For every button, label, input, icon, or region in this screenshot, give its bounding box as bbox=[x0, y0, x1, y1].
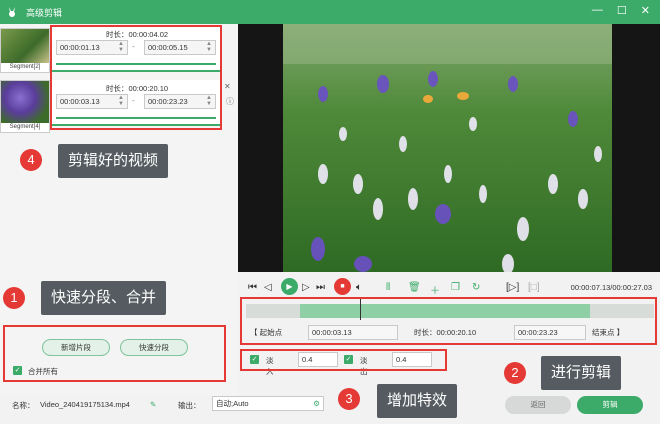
segment-thumbnail[interactable]: Segment[2] bbox=[0, 28, 50, 73]
segment-caption: Segment[2] bbox=[1, 63, 49, 72]
name-label: 名称： bbox=[12, 401, 35, 410]
mark-out-icon[interactable]: [□] bbox=[528, 282, 540, 293]
mark-in-icon[interactable]: [▷] bbox=[506, 282, 519, 293]
title-bar: 高级剪辑 — ☐ ✕ bbox=[0, 0, 660, 24]
thumbnail-image bbox=[1, 29, 49, 63]
step-forward-icon[interactable]: ▷ bbox=[302, 282, 310, 293]
annotation-3-label: 增加特效 bbox=[377, 384, 458, 418]
cut-button[interactable]: 剪辑 bbox=[577, 396, 643, 414]
add-icon[interactable]: ＋ bbox=[430, 282, 440, 297]
video-preview[interactable] bbox=[238, 24, 660, 272]
output-label: 输出： bbox=[178, 401, 201, 410]
close-button[interactable]: ✕ bbox=[641, 4, 650, 17]
annotation-2-label: 进行剪辑 bbox=[541, 356, 622, 390]
annotation-3-badge: 3 bbox=[338, 388, 360, 410]
highlight-box-segments bbox=[50, 25, 222, 130]
annotation-1-badge: 1 bbox=[3, 287, 25, 309]
edit-name-icon[interactable]: ✎ bbox=[150, 400, 156, 409]
segment-thumbnail[interactable]: Segment[4] bbox=[0, 80, 50, 133]
back-button[interactable]: 返回 bbox=[505, 396, 571, 414]
video-frame-image bbox=[283, 24, 612, 272]
segment-caption: Segment[4] bbox=[1, 123, 49, 132]
file-name-value: Video_240419175134.mp4 bbox=[40, 400, 130, 409]
annotation-2-badge: 2 bbox=[504, 362, 526, 384]
delete-icon[interactable]: 🗑︎ bbox=[408, 282, 421, 293]
settings-gear-icon[interactable]: ⚙ bbox=[313, 397, 320, 410]
split-icon[interactable]: ⫴ bbox=[386, 282, 390, 293]
info-icon[interactable]: ⓘ bbox=[226, 96, 234, 107]
skip-start-icon[interactable]: ⏮ bbox=[248, 282, 257, 293]
playback-timecode: 00:00:07.13/00:00:27.03 bbox=[570, 283, 652, 292]
annotation-4-badge: 4 bbox=[20, 149, 42, 171]
step-back-icon[interactable]: ◁ bbox=[264, 282, 272, 293]
reset-icon[interactable]: ↻ bbox=[472, 282, 480, 293]
highlight-box-effects bbox=[240, 349, 447, 371]
stop-button[interactable]: ■ bbox=[334, 278, 351, 295]
remove-segment-icon[interactable]: ✕ bbox=[224, 82, 231, 91]
maximize-button[interactable]: ☐ bbox=[617, 4, 627, 17]
thumbnail-image bbox=[1, 81, 49, 123]
play-button[interactable]: ▶ bbox=[281, 278, 298, 295]
output-format-select[interactable]: 自动;Auto ⚙ bbox=[212, 396, 324, 411]
annotation-4-label: 剪辑好的视频 bbox=[58, 144, 169, 178]
skip-end-icon[interactable]: ⏭ bbox=[316, 282, 325, 293]
minimize-button[interactable]: — bbox=[592, 4, 603, 17]
window-title: 高级剪辑 bbox=[26, 7, 63, 18]
volume-icon[interactable]: 🔈︎ bbox=[356, 282, 362, 293]
rabbit-app-icon bbox=[9, 7, 15, 17]
highlight-box-split-merge bbox=[3, 325, 226, 382]
copy-icon[interactable]: ❐ bbox=[451, 282, 460, 293]
highlight-box-trim bbox=[240, 297, 657, 345]
annotation-1-label: 快速分段、合并 bbox=[41, 281, 167, 315]
